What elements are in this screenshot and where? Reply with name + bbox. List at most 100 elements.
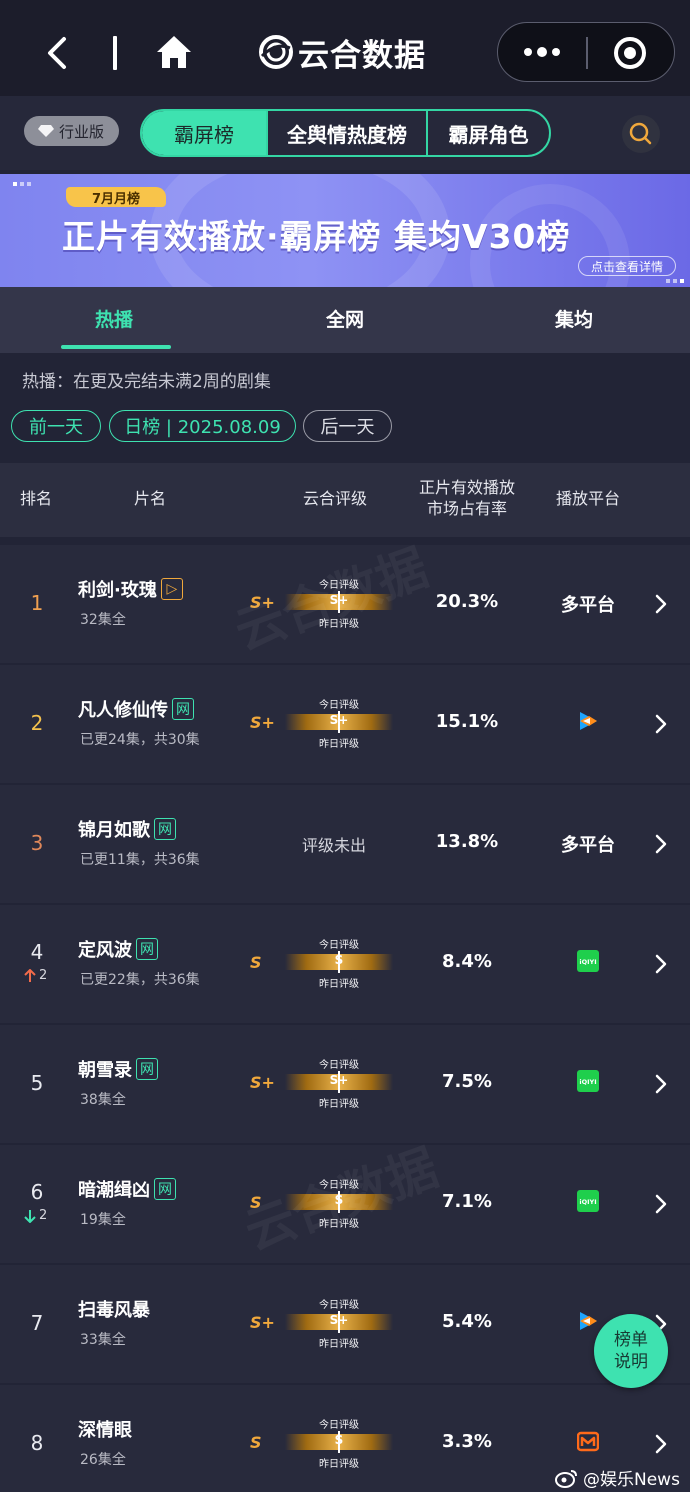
watermark-text: @娱乐News (583, 1470, 680, 1490)
rank-number: 8 (30, 1431, 44, 1455)
brand-name: 云合数据 (298, 37, 426, 74)
show-title-text: 利剑·玫瑰 (78, 580, 157, 601)
market-share: 8.4% (442, 951, 492, 972)
rank-number: 7 (30, 1311, 44, 1335)
show-title-text: 深情眼 (78, 1420, 132, 1441)
ranking-explanation-line2: 说明 (614, 1352, 648, 1372)
show-title-text: 凡人修仙传 (78, 700, 168, 721)
close-miniprogram-icon[interactable] (612, 35, 648, 71)
promo-banner[interactable]: 7月月榜 正片有效播放·霸屏榜 集均V30榜 点击查看详情 (0, 174, 690, 287)
platform-label: 多平台 (561, 835, 615, 856)
episode-info: 19集全 (80, 1212, 126, 1228)
tab-per-episode[interactable]: 集均 (555, 305, 593, 332)
segment-option-public-opinion[interactable]: 全舆情热度榜 (266, 111, 426, 155)
home-icon[interactable] (155, 34, 193, 70)
chevron-right-icon[interactable] (654, 834, 668, 854)
show-title-text: 扫毒风暴 (78, 1300, 150, 1321)
chevron-right-icon[interactable] (654, 1074, 668, 1094)
iqiyi-icon: iQIYI (577, 950, 599, 972)
ranking-explanation-button[interactable]: 榜单 说明 (594, 1314, 668, 1388)
search-icon[interactable] (618, 114, 664, 154)
svg-text:iQIYI: iQIYI (579, 1078, 596, 1086)
rating-value: S+ (329, 713, 349, 727)
table-row[interactable]: 3 锦月如歌网已更11集，共36集 评级未出 13.8% 多平台 (0, 785, 690, 903)
rating-grade: S+ (250, 713, 275, 732)
chevron-right-icon[interactable] (654, 714, 668, 734)
yesterday-rating-label: 昨日评级 (319, 1339, 359, 1350)
tab-hot[interactable]: 热播 (95, 305, 133, 332)
show-title-text: 朝雪录 (78, 1060, 132, 1081)
header-rating: 云合评级 (302, 489, 367, 508)
segment-option-dominance[interactable]: 霸屏榜 (142, 111, 266, 155)
show-title: 定风波网 (78, 936, 158, 962)
header-title: 片名 (133, 489, 166, 508)
industry-edition-button[interactable]: 行业版 (24, 116, 119, 146)
rating-value: S (334, 953, 344, 967)
episode-info: 33集全 (80, 1332, 126, 1348)
rating-grade: S+ (250, 1073, 275, 1092)
svg-text:iQIYI: iQIYI (579, 958, 596, 966)
nav-separator (113, 36, 117, 70)
segment-option-character[interactable]: 霸屏角色 (426, 111, 549, 155)
active-tab-indicator (61, 345, 171, 349)
brand: 云合数据 (258, 30, 426, 74)
arrow-up-icon (24, 968, 36, 982)
yesterday-rating-label: 昨日评级 (319, 1459, 359, 1470)
show-title: 利剑·玫瑰 ▷ (78, 576, 183, 602)
header-share-line1: 正片有效播放 (418, 478, 515, 497)
yesterday-rating-label: 昨日评级 (319, 979, 359, 990)
table-row[interactable]: 2 凡人修仙传网已更24集，共30集 S+ 今日评级 S+ 昨日评级 15.1% (0, 665, 690, 783)
date-selector[interactable]: 日榜 | 2025.08.09 (109, 410, 296, 442)
back-arrow-icon[interactable] (44, 36, 70, 70)
episode-info: 26集全 (80, 1452, 126, 1468)
chevron-right-icon[interactable] (654, 1434, 668, 1454)
iqiyi-icon: iQIYI (577, 1190, 599, 1212)
show-title: 深情眼 (78, 1416, 132, 1442)
rank-change: 2 (24, 968, 47, 983)
chevron-right-icon[interactable] (654, 954, 668, 974)
table-row[interactable]: 5 朝雪录网 38集全 S+ 今日评级 S+ 昨日评级 7.5% iQIYI (0, 1025, 690, 1143)
rating-value: S+ (329, 1073, 349, 1087)
iqiyi-icon: iQIYI (577, 1070, 599, 1092)
tab-all-network[interactable]: 全网 (326, 305, 364, 332)
market-share: 13.8% (435, 831, 499, 852)
table-row[interactable]: 4 2 定风波网已更22集，共36集 S 今日评级 S 昨日评级 8.4% iQIYI (0, 905, 690, 1023)
banner-detail-link[interactable]: 点击查看详情 (578, 256, 676, 276)
chevron-right-icon[interactable] (654, 1194, 668, 1214)
web-drama-badge: 网 (154, 818, 176, 840)
show-title-text: 定风波 (78, 940, 132, 961)
rank-change-value: 2 (39, 968, 48, 983)
rating-meter: 今日评级 S+ 昨日评级 (283, 1300, 395, 1350)
carousel-indicator (13, 182, 31, 186)
header-share-line2: 市场占有率 (426, 499, 507, 518)
rank-change: 2 (24, 1208, 47, 1223)
rank-number: 1 (30, 591, 44, 615)
tencent-video-icon (577, 1310, 599, 1332)
prev-day-button[interactable]: 前一天 (11, 410, 101, 442)
sub-tabs: 热播 全网 集均 (0, 287, 690, 353)
today-rating-label: 今日评级 (319, 1060, 359, 1071)
next-day-button[interactable]: 后一天 (303, 410, 392, 442)
rank-number: 4 (30, 940, 44, 964)
episode-info: 已更24集，共30集 (80, 732, 200, 748)
show-title: 扫毒风暴 (78, 1296, 150, 1322)
platform-label: 多平台 (561, 595, 615, 616)
web-drama-badge: 网 (136, 938, 158, 960)
table-row[interactable]: 7 扫毒风暴 33集全 S+ 今日评级 S+ 昨日评级 5.4% (0, 1265, 690, 1383)
rank-number: 6 (30, 1180, 44, 1204)
market-share: 3.3% (442, 1431, 492, 1452)
exclusive-badge: ▷ (160, 578, 183, 600)
arrow-down-icon (24, 1209, 36, 1223)
ranking-explanation-line1: 榜单 (614, 1330, 648, 1350)
carousel-indicator (666, 279, 684, 283)
banner-tag: 7月月榜 (66, 187, 166, 207)
industry-edition-label: 行业版 (59, 122, 105, 141)
rating-meter: 今日评级 S+ 昨日评级 (283, 1060, 395, 1110)
header-rank: 排名 (19, 489, 52, 508)
more-icon[interactable] (520, 39, 564, 65)
rank-change-value: 2 (39, 1208, 48, 1223)
show-title: 凡人修仙传网 (78, 696, 194, 722)
chevron-right-icon[interactable] (654, 594, 668, 614)
rating-meter: 今日评级 S+ 昨日评级 (283, 700, 395, 750)
today-rating-label: 今日评级 (319, 940, 359, 951)
